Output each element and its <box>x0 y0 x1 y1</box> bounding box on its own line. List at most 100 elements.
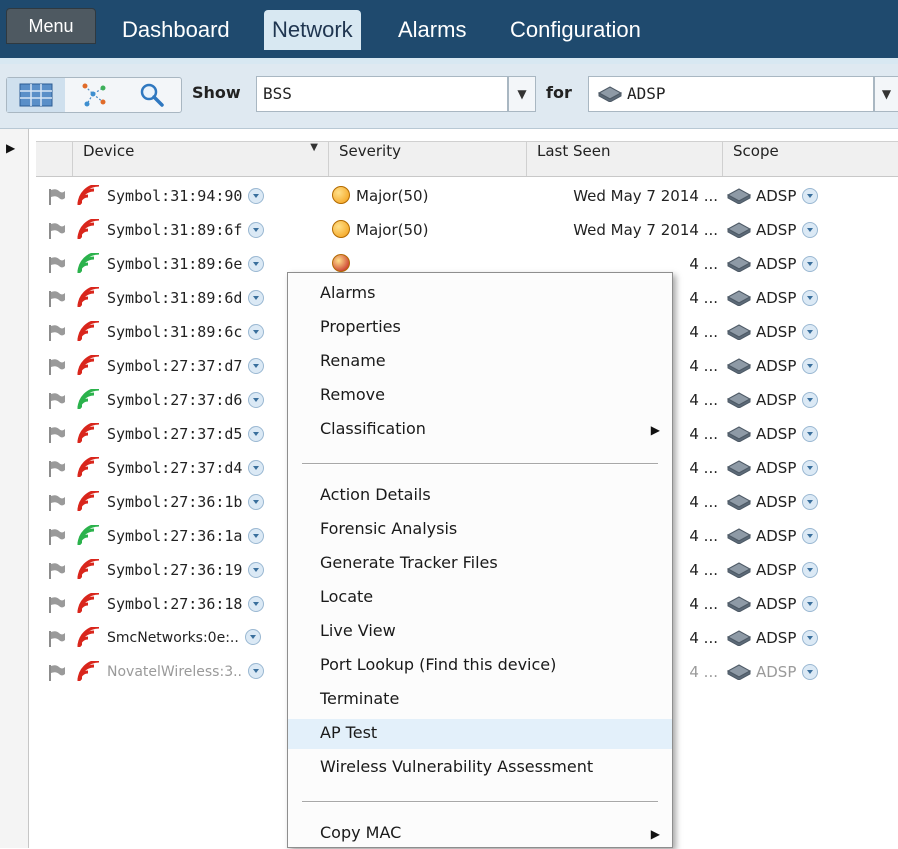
expand-arrow-icon[interactable] <box>248 596 265 612</box>
menu-item-ap-test[interactable]: AP Test <box>288 719 672 749</box>
device-name: SmcNetworks:0e:.. <box>107 630 239 646</box>
expand-arrow-icon[interactable] <box>802 630 819 646</box>
flag-icon[interactable] <box>48 562 66 584</box>
expand-arrow-icon[interactable] <box>248 256 265 272</box>
expand-arrow-icon[interactable] <box>802 222 819 238</box>
expand-arrow-icon[interactable] <box>802 528 819 544</box>
show-select[interactable]: BSS <box>256 76 508 112</box>
column-header-device[interactable]: Device ▼ <box>72 142 328 176</box>
scope-value: ADSP <box>756 629 797 647</box>
menu-item-classification[interactable]: Classification ▶ <box>288 415 672 445</box>
menu-item-forensic-analysis[interactable]: Forensic Analysis <box>288 515 672 545</box>
column-header-last-seen[interactable]: Last Seen <box>526 142 722 176</box>
menu-button[interactable]: Menu <box>6 8 96 44</box>
expand-arrow-icon[interactable] <box>248 562 265 578</box>
expand-arrow-icon[interactable] <box>248 188 265 204</box>
menu-item-action-details[interactable]: Action Details <box>288 481 672 511</box>
expand-arrow-icon[interactable] <box>802 426 819 442</box>
menu-item-remove[interactable]: Remove <box>288 381 672 411</box>
menu-item-generate-tracker-files[interactable]: Generate Tracker Files <box>288 549 672 579</box>
server-icon <box>726 522 752 556</box>
expand-arrow-icon[interactable] <box>802 562 819 578</box>
flag-icon[interactable] <box>48 664 66 686</box>
column-header-scope[interactable]: Scope <box>722 142 898 176</box>
flag-icon[interactable] <box>48 426 66 448</box>
scope-value: ADSP <box>756 595 797 613</box>
menu-item-copy-mac[interactable]: Copy MAC ▶ <box>288 819 672 849</box>
show-dropdown-button[interactable]: ▼ <box>508 76 536 112</box>
menu-item-rename[interactable]: Rename <box>288 347 672 377</box>
submenu-arrow-icon: ▶ <box>650 423 660 437</box>
menu-item-label: Forensic Analysis <box>320 519 458 538</box>
expand-arrow-icon[interactable] <box>802 494 819 510</box>
expand-arrow-icon[interactable] <box>248 494 265 510</box>
scope-value: ADSP <box>756 527 797 545</box>
expand-arrow-icon[interactable] <box>248 460 265 476</box>
flag-icon[interactable] <box>48 392 66 414</box>
topology-view-button[interactable] <box>65 78 123 112</box>
expand-arrow-icon[interactable] <box>802 460 819 476</box>
flag-icon[interactable] <box>48 324 66 346</box>
expand-arrow-icon[interactable] <box>802 324 819 340</box>
menu-item-terminate[interactable]: Terminate <box>288 685 672 715</box>
server-icon <box>726 386 752 420</box>
flag-icon[interactable] <box>48 222 66 244</box>
menu-item-port-lookup-find-this-device[interactable]: Port Lookup (Find this device) <box>288 651 672 681</box>
expand-arrow-icon[interactable] <box>244 629 261 645</box>
menu-item-alarms[interactable]: Alarms <box>288 279 672 309</box>
tab-configuration[interactable]: Configuration <box>510 10 641 50</box>
expand-arrow-icon[interactable] <box>802 664 819 680</box>
flag-icon[interactable] <box>48 630 66 652</box>
wireless-signal-icon <box>76 591 100 619</box>
expand-arrow-icon[interactable] <box>802 392 819 408</box>
search-view-button[interactable] <box>123 78 181 112</box>
for-select-value: ADSP <box>627 84 666 103</box>
expand-arrow-icon[interactable] <box>248 392 265 408</box>
tab-dashboard[interactable]: Dashboard <box>122 10 230 50</box>
flag-icon[interactable] <box>48 528 66 550</box>
scope-cell: ADSP <box>726 655 819 692</box>
flag-icon[interactable] <box>48 188 66 210</box>
flag-icon[interactable] <box>48 256 66 278</box>
table-row[interactable]: Symbol:31:94:90 Major(50) Wed May 7 2014 .… <box>36 179 898 213</box>
side-panel-toggle[interactable]: ▶ <box>0 129 29 848</box>
for-dropdown-button[interactable]: ▼ <box>874 76 898 112</box>
expand-arrow-icon[interactable] <box>802 188 819 204</box>
expand-arrow-icon[interactable] <box>248 290 265 306</box>
expand-arrow-icon[interactable] <box>248 222 265 238</box>
expand-arrow-icon[interactable] <box>248 663 264 679</box>
expand-arrow-icon[interactable] <box>248 426 265 442</box>
column-header-severity[interactable]: Severity <box>328 142 526 176</box>
menu-item-label: Wireless Vulnerability Assessment <box>320 757 594 776</box>
severity-indicator-icon <box>332 220 350 238</box>
device-name: Symbol:27:36:1a <box>107 527 243 545</box>
topology-view-icon <box>82 83 106 107</box>
scope-cell: ADSP <box>726 179 819 216</box>
menu-item-locate[interactable]: Locate <box>288 583 672 613</box>
flag-icon[interactable] <box>48 494 66 516</box>
expand-arrow-icon[interactable] <box>802 290 819 306</box>
menu-item-wireless-vulnerability-assessment[interactable]: Wireless Vulnerability Assessment <box>288 753 672 783</box>
tab-alarms[interactable]: Alarms <box>398 10 466 50</box>
expand-arrow-icon[interactable] <box>802 596 819 612</box>
flag-icon[interactable] <box>48 290 66 312</box>
tab-network[interactable]: Network <box>264 10 361 50</box>
menu-item-live-view[interactable]: Live View <box>288 617 672 647</box>
expand-arrow-icon[interactable] <box>802 358 819 374</box>
for-select[interactable]: ADSP <box>588 76 874 112</box>
flag-icon[interactable] <box>48 358 66 380</box>
flag-icon[interactable] <box>48 596 66 618</box>
grid-header: Device ▼ Severity Last Seen Scope <box>36 141 898 177</box>
expand-arrow-icon[interactable] <box>248 324 265 340</box>
device-name: Symbol:31:89:6d <box>107 289 243 307</box>
flag-icon[interactable] <box>48 460 66 482</box>
table-row[interactable]: Symbol:31:89:6f Major(50) Wed May 7 2014 .… <box>36 213 898 247</box>
menu-item-label: Copy MAC <box>320 823 402 842</box>
scope-cell: ADSP <box>726 417 819 454</box>
table-view-button[interactable] <box>7 78 65 112</box>
expand-arrow-icon[interactable] <box>802 256 819 272</box>
column-header-device-label: Device <box>83 142 135 160</box>
menu-item-properties[interactable]: Properties <box>288 313 672 343</box>
expand-arrow-icon[interactable] <box>248 358 265 374</box>
expand-arrow-icon[interactable] <box>248 528 265 544</box>
